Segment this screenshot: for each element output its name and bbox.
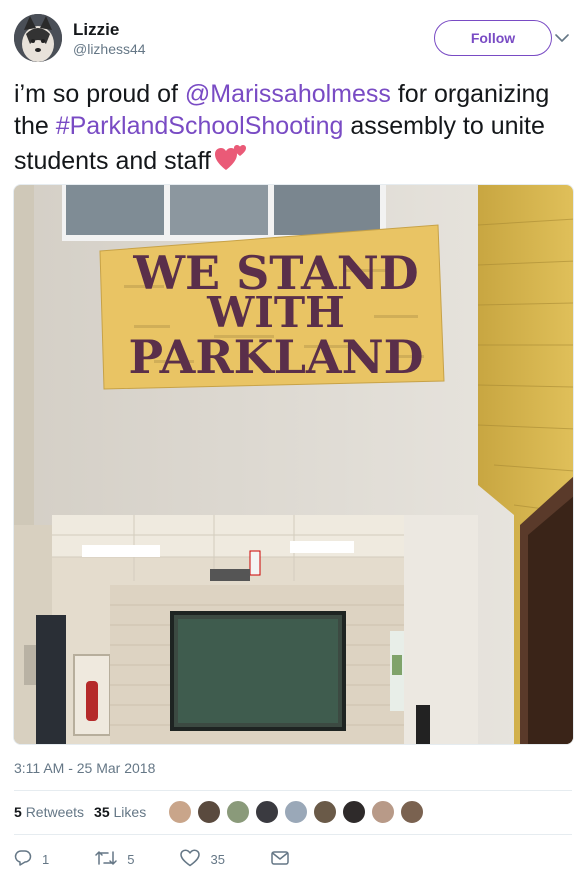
reply-count: 1 [42, 851, 50, 867]
banner-line-3: PARKLAND [128, 330, 423, 384]
like-count: 35 [210, 851, 225, 867]
mention-link[interactable]: @Marissaholmess [185, 80, 391, 108]
liker-avatar[interactable] [284, 800, 309, 824]
retweet-icon [95, 849, 127, 870]
liker-avatar[interactable] [400, 800, 425, 824]
reply-icon [14, 849, 42, 870]
retweets-count: 5 [14, 804, 22, 820]
chevron-down-icon[interactable] [552, 24, 572, 52]
engagement-stats: 5 Retweets 35 Likes [14, 790, 572, 834]
divider [14, 834, 572, 835]
liker-avatar[interactable] [371, 800, 396, 824]
retweet-count: 5 [127, 851, 135, 867]
likes-count: 35 [94, 804, 110, 820]
user-handle[interactable]: @lizhess44 [73, 40, 146, 58]
reply-button[interactable]: 1 [14, 849, 49, 870]
envelope-icon [271, 850, 299, 869]
retweets-stat[interactable]: 5 Retweets [14, 804, 84, 820]
tweet-text: i’m so proud of @Marissaholmess for orga… [14, 78, 574, 180]
liker-avatar[interactable] [226, 800, 251, 824]
tweet-timestamp[interactable]: 3:11 AM - 25 Mar 2018 [14, 760, 155, 776]
retweets-label: Retweets [25, 804, 85, 820]
like-button[interactable]: 35 [180, 848, 225, 870]
liker-avatar[interactable] [255, 800, 280, 824]
tweet-header: Lizzie @lizhess44 Follow [14, 14, 572, 64]
likes-stat[interactable]: 35 Likes [94, 804, 146, 820]
follow-button[interactable]: Follow [434, 20, 552, 56]
liker-avatar[interactable] [168, 800, 193, 824]
retweet-button[interactable]: 5 [95, 849, 134, 870]
tweet-photo[interactable]: WE STAND WITH PARKLAND [13, 184, 574, 745]
tweet-actions: 1 5 35 [14, 846, 572, 872]
tweet-text-part: i’m so proud of [14, 80, 185, 108]
liker-avatar[interactable] [342, 800, 367, 824]
liker-avatars [168, 800, 429, 824]
hashtag-link[interactable]: #ParklandSchoolShooting [56, 112, 344, 140]
two-hearts-icon [214, 142, 249, 180]
heart-icon [180, 848, 210, 870]
avatar[interactable] [14, 14, 62, 62]
likes-label: Likes [113, 804, 147, 820]
direct-message-button[interactable] [271, 850, 299, 869]
liker-avatar[interactable] [313, 800, 338, 824]
liker-avatar[interactable] [197, 800, 222, 824]
display-name[interactable]: Lizzie [73, 20, 146, 40]
